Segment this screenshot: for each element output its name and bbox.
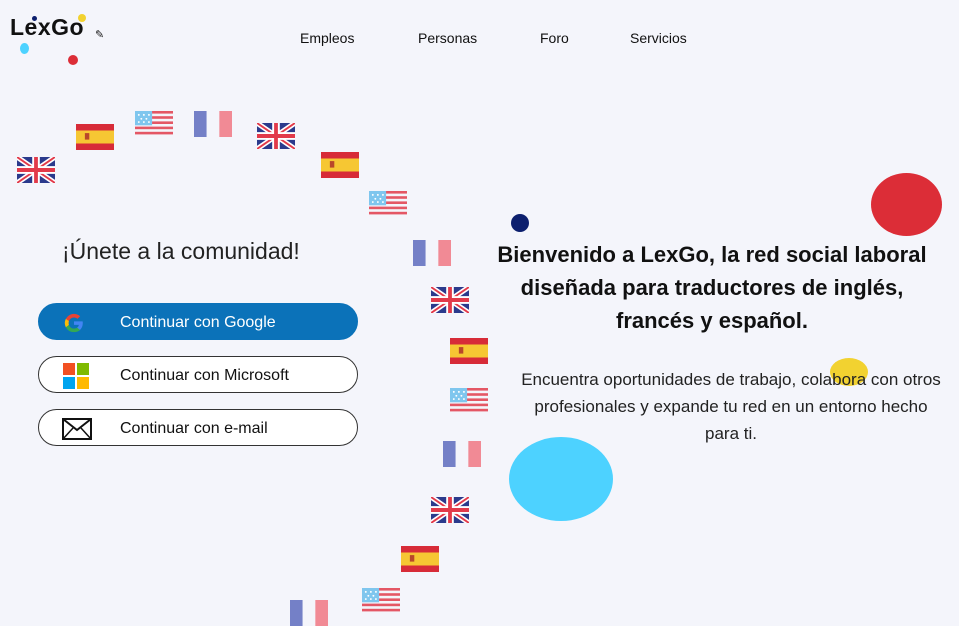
flag-es-icon: [450, 338, 488, 364]
flag-es-icon: [76, 124, 114, 150]
email-button-label: Continuar con e-mail: [120, 420, 268, 437]
flag-us-icon: [369, 191, 407, 217]
nav-servicios[interactable]: Servicios: [630, 30, 687, 46]
google-icon: [61, 312, 89, 334]
flag-uk-icon: [431, 287, 469, 313]
flag-uk-icon: [257, 123, 295, 149]
microsoft-icon: [63, 363, 91, 389]
flag-es-icon: [401, 546, 439, 572]
flag-uk-icon: [17, 157, 55, 183]
nav-empleos[interactable]: Empleos: [300, 30, 354, 46]
flag-uk-icon: [431, 497, 469, 523]
flag-fr-icon: [194, 111, 232, 137]
google-button[interactable]: Continuar con Google: [38, 303, 358, 340]
logo-dot-yellow: [78, 14, 86, 22]
navy-dot: [511, 214, 529, 232]
email-button[interactable]: Continuar con e-mail: [38, 409, 358, 446]
hero-headline: Bienvenido a LexGo, la red social labora…: [497, 242, 927, 333]
flag-us-icon: [135, 111, 173, 137]
microsoft-button[interactable]: Continuar con Microsoft: [38, 356, 358, 393]
flag-us-icon: [362, 588, 400, 614]
flag-fr-icon: [443, 441, 481, 467]
join-title: ¡Únete a la comunidad!: [62, 238, 300, 264]
logo-dot-red: [68, 55, 78, 65]
google-button-label: Continuar con Google: [120, 314, 276, 331]
microsoft-button-label: Continuar con Microsoft: [120, 367, 289, 384]
flag-fr-icon: [290, 600, 328, 626]
flag-fr-icon: [413, 240, 451, 266]
nav-personas[interactable]: Personas: [418, 30, 477, 46]
mail-icon: [62, 418, 92, 440]
hero-description: Encuentra oportunidades de trabajo, cola…: [521, 370, 941, 443]
cyan-blob: [509, 437, 613, 521]
red-blob: [871, 173, 942, 236]
flag-us-icon: [450, 388, 488, 414]
main-nav: Empleos Personas Foro Servicios: [0, 30, 959, 50]
logo-dot-navy: [32, 16, 37, 21]
nav-foro[interactable]: Foro: [540, 30, 569, 46]
flag-es-icon: [321, 152, 359, 178]
